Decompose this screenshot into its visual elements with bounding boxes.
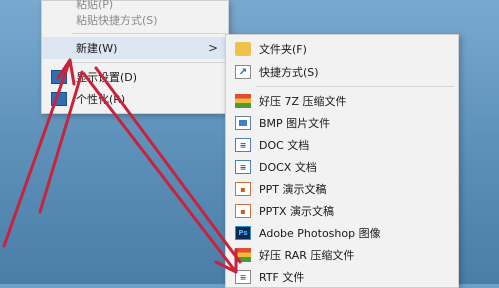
menu-item-label: 个性化(R) (76, 93, 126, 106)
submenu-item-rtf[interactable]: ≡ RTF 文件 (226, 266, 458, 288)
haozip-rar-icon (235, 248, 251, 262)
submenu-item-label: Adobe Photoshop 图像 (259, 227, 381, 240)
submenu-item-label: PPTX 演示文稿 (259, 205, 335, 218)
submenu-item-label: BMP 图片文件 (259, 117, 331, 130)
menu-item-label: 粘贴快捷方式(S) (76, 14, 158, 27)
menu-item-paste-shortcut[interactable]: 粘贴快捷方式(S) (42, 9, 228, 31)
submenu-item-psd[interactable]: Ps Adobe Photoshop 图像 (226, 222, 458, 244)
submenu-item-bmp[interactable]: BMP 图片文件 (226, 112, 458, 134)
submenu-item-folder[interactable]: 文件夹(F) (226, 38, 458, 60)
personalize-icon (51, 92, 67, 106)
ppt-file-icon: ▪ (235, 182, 251, 196)
chevron-right-icon: > (207, 41, 218, 55)
pptx-file-icon: ▪ (235, 204, 251, 218)
submenu-item-doc[interactable]: ≡ DOC 文档 (226, 134, 458, 156)
submenu-item-label: PPT 演示文稿 (259, 183, 327, 196)
submenu-item-ppt[interactable]: ▪ PPT 演示文稿 (226, 178, 458, 200)
doc-file-icon: ≡ (235, 138, 251, 152)
submenu-item-shortcut[interactable]: ↗ 快捷方式(S) (226, 61, 458, 83)
submenu-item-7z[interactable]: 好压 7Z 压缩文件 (226, 90, 458, 112)
folder-icon (235, 42, 251, 56)
menu-separator (72, 62, 226, 63)
haozip-7z-icon (235, 94, 251, 108)
submenu-item-label: RTF 文件 (259, 271, 305, 284)
submenu-item-pptx[interactable]: ▪ PPTX 演示文稿 (226, 200, 458, 222)
menu-item-new[interactable]: 新建(W) > (42, 37, 228, 59)
submenu-item-label: 文件夹(F) (259, 43, 307, 56)
submenu-separator (256, 86, 454, 87)
submenu-item-label: DOC 文档 (259, 139, 310, 152)
docx-file-icon: ≡ (235, 160, 251, 174)
photoshop-file-icon: Ps (235, 226, 251, 240)
display-icon (51, 70, 67, 84)
submenu-item-docx[interactable]: ≡ DOCX 文档 (226, 156, 458, 178)
menu-item-label: 显示设置(D) (76, 71, 138, 84)
shortcut-icon: ↗ (235, 65, 251, 79)
new-submenu: 文件夹(F) ↗ 快捷方式(S) 好压 7Z 压缩文件 BMP 图片文件 ≡ D… (225, 34, 459, 288)
submenu-item-rar[interactable]: 好压 RAR 压缩文件 (226, 244, 458, 266)
submenu-item-label: 好压 7Z 压缩文件 (259, 95, 347, 108)
bmp-file-icon (235, 116, 251, 130)
submenu-item-label: 好压 RAR 压缩文件 (259, 249, 355, 262)
desktop-context-menu: 粘贴(P) 粘贴快捷方式(S) 新建(W) > 显示设置(D) 个性化(R) (41, 0, 229, 114)
menu-item-label: 新建(W) (76, 42, 118, 55)
menu-separator (72, 33, 226, 34)
image-glyph (239, 120, 247, 126)
menu-item-personalize[interactable]: 个性化(R) (42, 88, 228, 110)
menu-item-display-settings[interactable]: 显示设置(D) (42, 66, 228, 88)
submenu-item-label: DOCX 文档 (259, 161, 317, 174)
rtf-file-icon: ≡ (235, 270, 251, 284)
submenu-item-label: 快捷方式(S) (259, 66, 319, 79)
